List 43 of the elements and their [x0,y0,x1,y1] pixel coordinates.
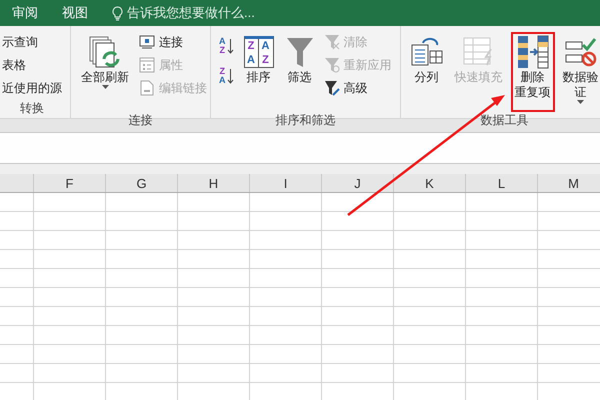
caret-icon [102,85,108,89]
ribbon-button[interactable]: 全部刷新 [77,32,133,112]
ribbon-button[interactable]: Z A A Z 排序 [240,32,278,112]
split-columns-icon [410,37,442,67]
funnel-pencil-icon [324,80,340,96]
ribbon-button[interactable]: 分列 [406,32,446,112]
refresh-icon [88,35,122,69]
ribbon-item[interactable]: 连接 [137,32,209,52]
column-header[interactable]: K [393,174,465,192]
ribbon-item[interactable]: 高级 [322,78,394,98]
flash-fill-icon [462,37,494,67]
ribbon-button[interactable]: 筛选 [282,32,318,112]
group-label: 排序和筛选 [274,112,336,128]
data-validation-icon [564,36,596,68]
column-header[interactable]: I [249,174,321,192]
group-label: 连接 [128,112,154,128]
properties-icon [139,57,155,73]
caret-icon [577,100,584,104]
column-header[interactable]: G [105,174,177,192]
funnel-clear-icon [324,34,340,50]
ribbon-item[interactable]: 示查询 [0,32,64,52]
group-label: 数据工具 [480,112,530,128]
column-header[interactable]: J [321,174,393,192]
ribbon-item[interactable]: 近使用的源 [0,78,64,98]
ribbon-item[interactable]: 表格 [0,55,64,75]
ribbon-tab[interactable]: 视图 [50,0,100,26]
ribbon-button[interactable]: 删除 重复项 [510,32,554,112]
funnel-icon [286,36,314,68]
remove-duplicates-icon [516,35,550,69]
ribbon-button[interactable]: 数据验 证 [558,32,600,112]
column-header[interactable]: F [33,174,105,192]
column-header[interactable]: H [177,174,249,192]
sort-icon: Z A A Z [244,36,274,68]
column-header[interactable]: M [537,174,600,192]
connection-icon [139,35,155,49]
document-link-icon [139,80,155,96]
column-header[interactable]: L [465,174,537,192]
funnel-refresh-icon [324,57,340,73]
formula-bar[interactable] [0,132,600,164]
tell-me-field[interactable]: 告诉我您想要做什么... [127,4,255,22]
group-label: 转换 [19,100,45,117]
ribbon-tab[interactable]: 审阅 [0,0,50,26]
lightbulb-icon [112,6,123,20]
